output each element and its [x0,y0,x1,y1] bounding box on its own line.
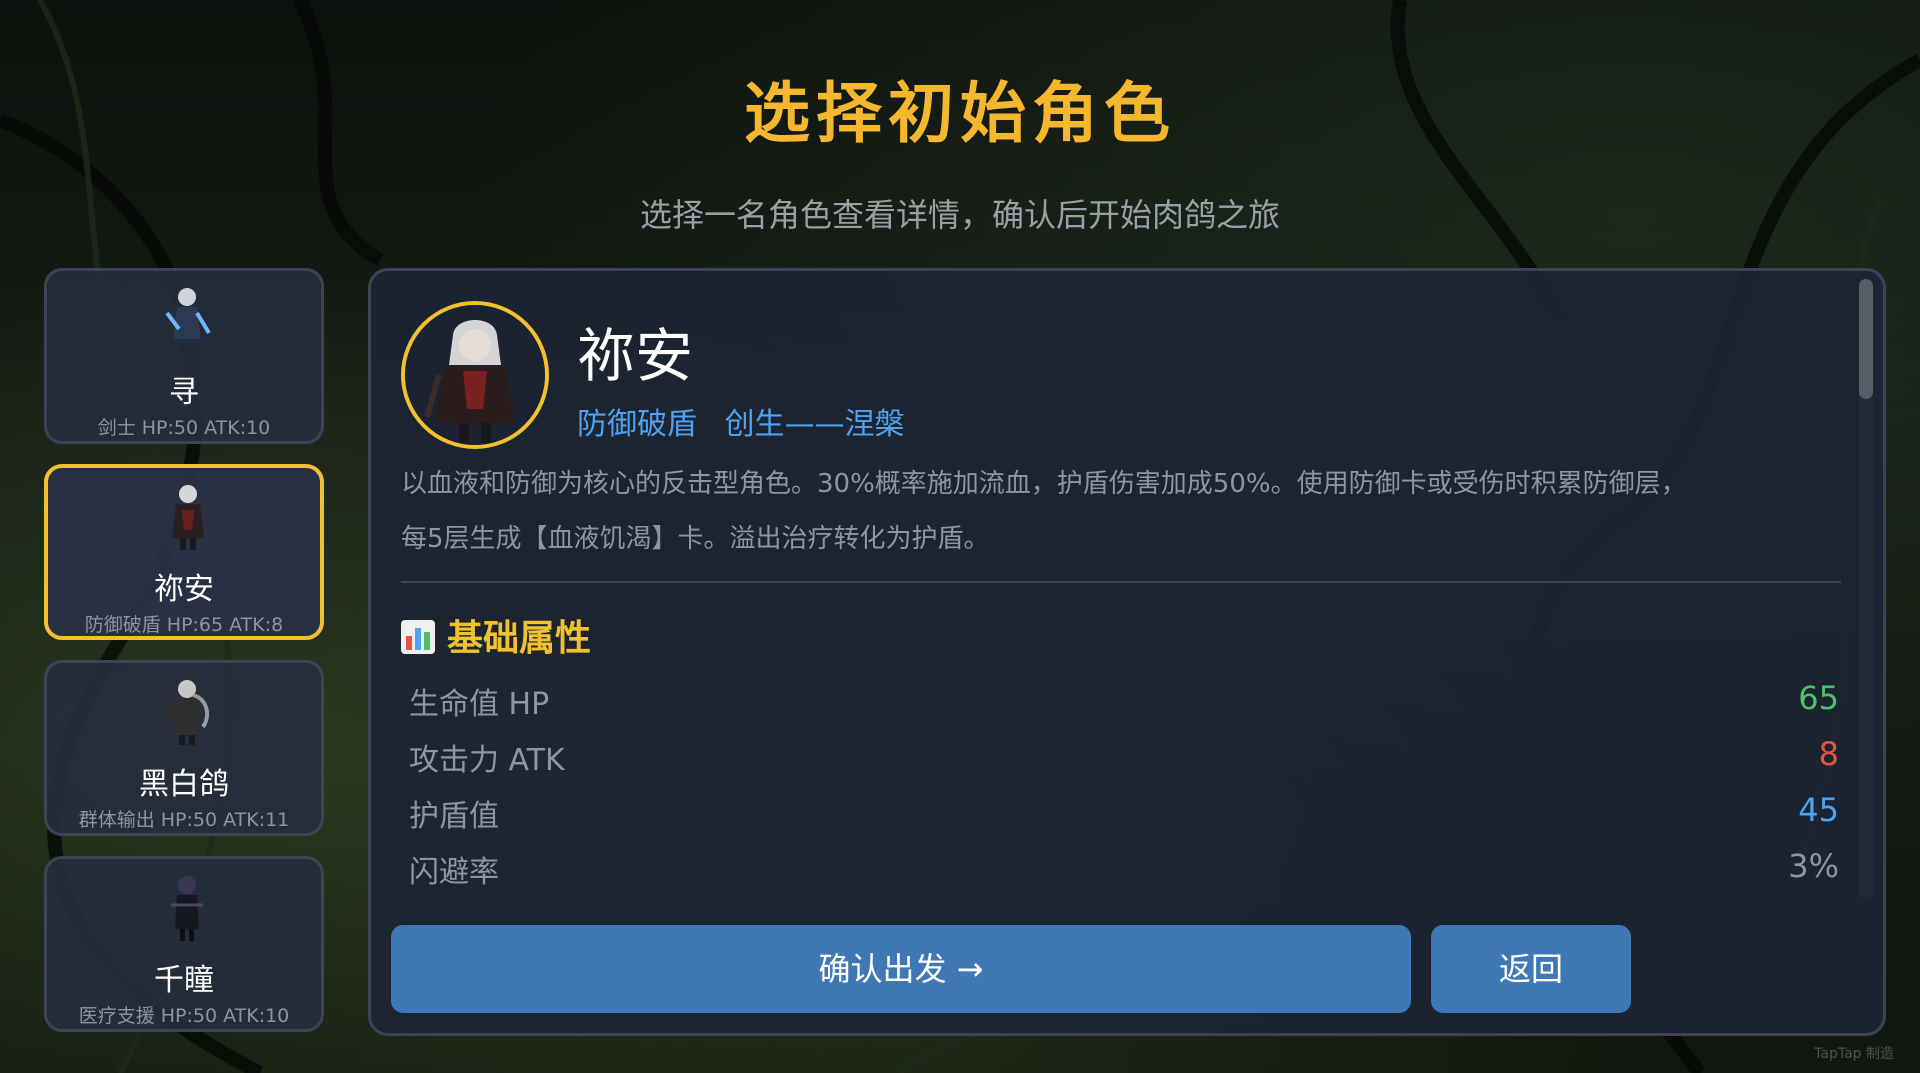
character-meta: 医疗支援 HP:50 ATK:10 [78,1005,290,1027]
section-title-text: 基础属性 [447,618,592,659]
attribute-row-dodge: 闪避率 3% [409,847,1839,891]
character-sprite-icon [165,680,210,745]
character-card-qiantong[interactable]: 千瞳 医疗支援 HP:50 ATK:10 [44,856,324,1032]
character-name: 祢安 [154,572,214,607]
character-name: 黑白鸽 [139,767,229,802]
character-portrait [401,301,549,449]
attribute-label: 闪避率 [409,855,499,890]
attribute-row-atk: 攻击力 ATK 8 [409,735,1839,779]
attribute-label: 攻击力 ATK [409,743,565,778]
bar-chart-icon [401,620,435,654]
character-card-heibaige[interactable]: 黑白鸽 群体输出 HP:50 ATK:11 [44,660,324,836]
character-detail-panel: 祢安 防御破盾 创生——涅槃 以血液和防御为核心的反击型角色。30%概率施加流血… [368,268,1886,1036]
attribute-value: 8 [1818,735,1839,773]
description-line: 以血液和防御为核心的反击型角色。30%概率施加流血，护盾伤害加成50%。使用防御… [401,469,1687,499]
skill-tag: 创生——涅槃 [724,407,905,442]
page-title: 选择初始角色 [744,75,1176,152]
detail-tags: 防御破盾 创生——涅槃 [577,399,923,443]
character-meta: 群体输出 HP:50 ATK:11 [78,809,290,831]
attribute-value: 65 [1798,679,1839,717]
attribute-row-hp: 生命值 HP 65 [409,679,1839,723]
attributes-section-title: 基础属性 [401,609,591,661]
character-portrait-icon [405,305,545,445]
character-description: 以血液和防御为核心的反击型角色。30%概率施加流血，护盾伤害加成50%。使用防御… [401,457,1841,567]
attribute-value: 3% [1788,847,1839,885]
detail-character-name: 祢安 [577,322,694,390]
character-name: 寻 [169,375,199,410]
page-subtitle: 选择一名角色查看详情，确认后开始肉鸽之旅 [639,196,1280,234]
detail-scrollbar[interactable] [1859,279,1873,899]
description-line: 每5层生成【血液饥渴】卡。溢出治疗转化为护盾。 [401,524,990,554]
attribute-label: 护盾值 [409,799,499,834]
attribute-value: 45 [1798,791,1839,829]
attribute-label: 生命值 HP [409,687,550,722]
character-meta: 剑士 HP:50 ATK:10 [97,417,271,439]
character-sprite-icon [165,288,211,353]
watermark: TapTap 制造 [1814,1046,1894,1062]
character-meta: 防御破盾 HP:65 ATK:8 [84,614,284,636]
character-name: 千瞳 [154,963,214,998]
back-button[interactable]: 返回 [1431,925,1631,1013]
section-divider [401,581,1841,583]
attribute-row-shield: 护盾值 45 [409,791,1839,835]
confirm-depart-button[interactable]: 确认出发 → [391,925,1411,1013]
scrollbar-thumb[interactable] [1859,279,1873,399]
role-tag: 防御破盾 [577,407,697,442]
character-sprite-icon [172,485,204,550]
character-sprite-icon [171,876,203,941]
character-card-nian[interactable]: 祢安 防御破盾 HP:65 ATK:8 [44,464,324,640]
character-card-xun[interactable]: 寻 剑士 HP:50 ATK:10 [44,268,324,444]
